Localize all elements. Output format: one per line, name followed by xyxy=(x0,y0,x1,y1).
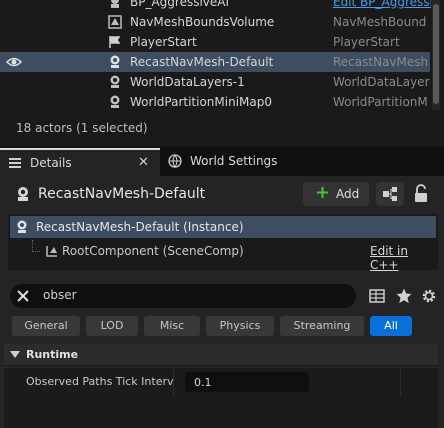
outliner-row-selected[interactable]: RecastNavMesh-Default RecastNavMesh xyxy=(0,52,430,72)
filter-physics-button[interactable]: Physics xyxy=(206,316,274,336)
outliner-row[interactable]: NavMeshBoundsVolume NavMeshBound xyxy=(0,12,430,32)
scene-component-icon xyxy=(46,246,57,257)
outliner-row-name: WorldDataLayers-1 xyxy=(130,75,245,89)
lock-icon[interactable] xyxy=(412,183,430,205)
tab-details[interactable]: Details ✕ xyxy=(0,148,160,176)
outliner-row-name: PlayerStart xyxy=(130,35,197,49)
details-search-box[interactable] xyxy=(10,284,356,308)
outliner-row-type: WorldPartitionM xyxy=(333,95,428,109)
blueprint-actor-icon xyxy=(111,0,119,8)
navmesh-bounds-icon xyxy=(108,15,122,29)
add-component-button[interactable]: + Add xyxy=(303,182,369,206)
blueprint-hierarchy-icon xyxy=(383,187,397,201)
observed-paths-tick-interval-field[interactable] xyxy=(185,372,309,392)
outliner-row-type: RecastNavMesh xyxy=(333,55,429,69)
actor-count-status: 18 actors (1 selected) xyxy=(16,121,148,135)
favorites-star-icon[interactable] xyxy=(395,287,413,305)
outliner-row[interactable]: WorldPartitionMiniMap0 WorldPartitionM xyxy=(0,92,430,112)
panel-tab-bar: Details ✕ World Settings xyxy=(0,148,444,176)
tab-details-label: Details xyxy=(30,156,72,170)
world-outliner: BP_AggressiveAI Edit BP_Aggressi NavMesh… xyxy=(0,0,444,146)
filter-general-button[interactable]: General xyxy=(12,316,80,336)
details-empty-area xyxy=(4,396,438,428)
component-instance-label: RecastNavMesh-Default (Instance) xyxy=(36,220,244,234)
filter-buttons-row: General LOD Misc Physics Streaming All xyxy=(0,316,444,336)
tree-connector xyxy=(32,240,40,252)
details-icon xyxy=(9,158,21,168)
outliner-scrollbar-thumb[interactable] xyxy=(433,4,439,104)
edit-blueprint-link[interactable]: Edit BP_Aggressi xyxy=(333,0,431,9)
component-instance-row[interactable]: RecastNavMesh-Default (Instance) xyxy=(10,216,436,238)
outliner-row-name: NavMeshBoundsVolume xyxy=(130,15,275,29)
add-button-label: Add xyxy=(336,187,360,201)
outliner-row-name: WorldPartitionMiniMap0 xyxy=(130,95,272,109)
tab-world-settings[interactable]: World Settings xyxy=(160,148,444,176)
outliner-row-type: WorldDataLayer xyxy=(333,75,430,89)
close-tab-icon[interactable]: ✕ xyxy=(138,155,149,170)
property-row: Observed Paths Tick Interv... xyxy=(4,368,438,396)
actor-icon xyxy=(110,75,120,88)
column-divider[interactable] xyxy=(173,368,174,396)
unreal-editor-panel: BP_AggressiveAI Edit BP_Aggressi NavMesh… xyxy=(0,0,444,428)
globe-icon xyxy=(168,154,182,168)
visibility-eye-icon[interactable] xyxy=(6,55,22,69)
player-start-icon xyxy=(109,36,121,48)
filter-lod-button[interactable]: LOD xyxy=(86,316,138,336)
category-label: Runtime xyxy=(26,348,79,361)
clear-search-icon[interactable] xyxy=(14,287,32,305)
outliner-row[interactable]: WorldDataLayers-1 WorldDataLayer xyxy=(0,72,430,92)
outliner-row-name: RecastNavMesh-Default xyxy=(130,55,274,69)
component-tree: RecastNavMesh-Default (Instance) RootCom… xyxy=(8,214,438,272)
tab-world-settings-label: World Settings xyxy=(190,154,278,168)
outliner-row-type: PlayerStart xyxy=(333,35,400,49)
expand-triangle-icon xyxy=(10,351,20,358)
filter-streaming-button[interactable]: Streaming xyxy=(280,316,364,336)
actor-icon xyxy=(17,220,27,233)
column-divider xyxy=(400,368,401,396)
outliner-row[interactable]: PlayerStart PlayerStart xyxy=(0,32,430,52)
search-input[interactable] xyxy=(43,288,343,302)
plus-icon: + xyxy=(315,182,331,203)
selected-actor-name: RecastNavMesh-Default xyxy=(38,186,206,202)
filter-all-button[interactable]: All xyxy=(370,316,412,336)
property-label: Observed Paths Tick Interv... xyxy=(26,375,174,388)
table-view-icon[interactable] xyxy=(368,287,386,305)
edit-in-cpp-link[interactable]: Edit in C++ xyxy=(370,244,436,272)
outliner-row[interactable]: BP_AggressiveAI Edit BP_Aggressi xyxy=(0,0,431,12)
settings-gear-icon[interactable] xyxy=(420,287,438,305)
root-component-row[interactable]: RootComponent (SceneComp) Edit in C++ xyxy=(10,240,436,272)
actor-icon xyxy=(18,187,28,201)
details-panel: RecastNavMesh-Default + Add RecastNavMes… xyxy=(0,176,444,428)
actor-icon xyxy=(110,95,120,108)
root-component-label: RootComponent (SceneComp) xyxy=(62,244,244,258)
filter-misc-button[interactable]: Misc xyxy=(144,316,200,336)
category-runtime-header[interactable]: Runtime xyxy=(4,344,438,366)
blueprint-button[interactable] xyxy=(376,182,404,206)
actor-icon xyxy=(110,55,120,68)
outliner-row-name: BP_AggressiveAI xyxy=(130,0,230,9)
outliner-row-type: NavMeshBound xyxy=(333,15,427,29)
